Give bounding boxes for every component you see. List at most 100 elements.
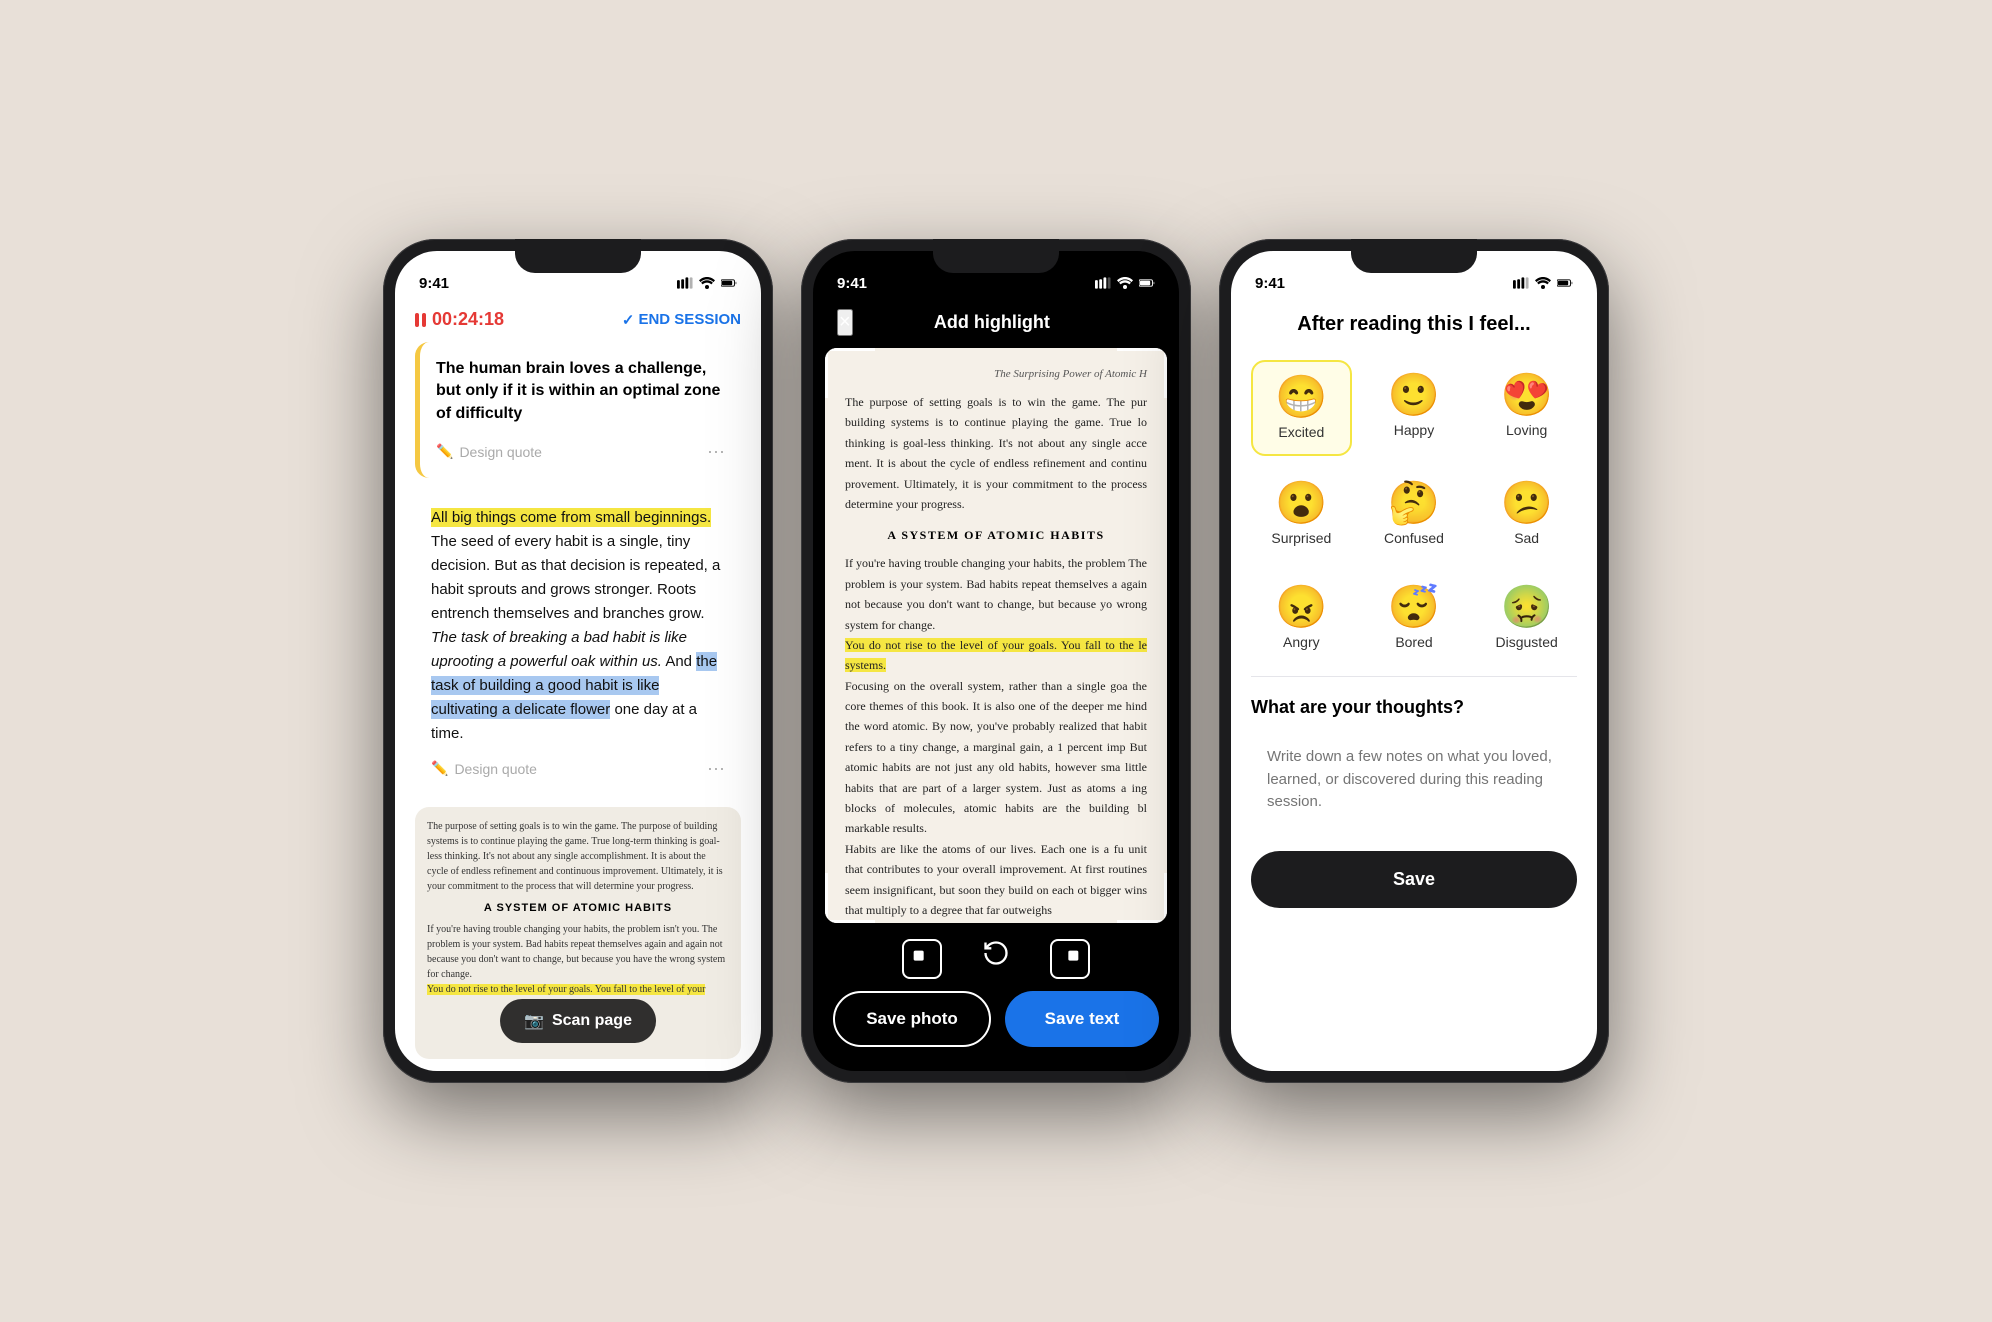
emoji-item-confused[interactable]: 🤔 Confused [1364, 468, 1465, 560]
book-header: The Surprising Power of Atomic H [845, 368, 1147, 380]
emoji-label-surprised: Surprised [1271, 530, 1331, 546]
scan-corner-bl [825, 873, 875, 923]
scan-page-button[interactable]: 📷 Scan page [500, 999, 656, 1043]
phone1-notch [515, 239, 641, 273]
more-options-icon2[interactable]: ··· [707, 758, 725, 779]
emoji-item-happy[interactable]: 🙂 Happy [1364, 360, 1465, 456]
session-header: 00:24:18 ✓ END SESSION [395, 301, 761, 342]
feelings-title: After reading this I feel... [1255, 313, 1573, 336]
scan-corner-tr [1117, 348, 1167, 398]
quote1-footer: ✏️ Design quote ··· [436, 429, 725, 462]
emoji-item-disgusted[interactable]: 🤢 Disgusted [1476, 572, 1577, 664]
emoji-icon-excited: 😁 [1275, 376, 1327, 418]
book-section-title: A SYSTEM OF ATOMIC HABITS [845, 528, 1147, 543]
phone2: 9:41 × Add highlight The Surprising Powe… [801, 239, 1191, 1083]
quote1-design-label-group: ✏️ Design quote [436, 443, 542, 460]
end-session-label: END SESSION [638, 311, 741, 328]
emoji-label-disgusted: Disgusted [1496, 634, 1558, 650]
book-yellow-highlight: You do not rise to the level of your goa… [845, 638, 1147, 672]
emoji-icon-sad: 😕 [1501, 482, 1553, 524]
emoji-icon-surprised: 😮 [1275, 482, 1327, 524]
and-text: And [665, 653, 696, 670]
save-photo-button[interactable]: Save photo [833, 991, 991, 1047]
scan-preview-card: The purpose of setting goals is to win t… [415, 807, 741, 1059]
scan-preview-section-title: A SYSTEM OF ATOMIC HABITS [427, 902, 729, 914]
divider [1251, 676, 1577, 677]
quote2-footer: ✏️ Design quote ··· [431, 746, 725, 779]
emoji-label-confused: Confused [1384, 530, 1444, 546]
phone1-status-icons [677, 277, 737, 289]
checkmark-icon: ✓ [622, 311, 635, 329]
timer-value: 00:24:18 [432, 309, 504, 330]
scan-corner-br [1117, 873, 1167, 923]
scan-preview-highlighted: You do not rise to the level of your goa… [427, 982, 729, 997]
emoji-label-bored: Bored [1395, 634, 1432, 650]
book-text-1: The purpose of setting goals is to win t… [845, 392, 1147, 514]
more-options-icon[interactable]: ··· [707, 441, 725, 462]
book-highlighted-text: You do not rise to the level of your goa… [845, 635, 1147, 676]
emoji-icon-happy: 🙂 [1388, 374, 1440, 416]
emoji-grid: 😁 Excited 🙂 Happy 😍 Loving 😮 Surprised 🤔… [1231, 348, 1597, 676]
highlighted-beginning: All big things come from small beginning… [431, 508, 711, 527]
quote2-design-label: Design quote [454, 761, 537, 777]
emoji-label-happy: Happy [1394, 422, 1434, 438]
body-text: The seed of every habit is a single, tin… [431, 533, 720, 622]
emoji-item-loving[interactable]: 😍 Loving [1476, 360, 1577, 456]
emoji-item-surprised[interactable]: 😮 Surprised [1251, 468, 1352, 560]
close-button[interactable]: × [837, 309, 853, 336]
emoji-label-excited: Excited [1278, 424, 1324, 440]
pencil-icon: ✏️ [436, 443, 453, 460]
emoji-icon-angry: 😠 [1275, 586, 1327, 628]
text-block-card: All big things come from small beginning… [415, 490, 741, 795]
book-page: The Surprising Power of Atomic H The pur… [825, 348, 1167, 923]
scan-preview-paragraph: The purpose of setting goals is to win t… [427, 819, 729, 894]
rotate-left-icon[interactable] [902, 939, 942, 979]
emoji-item-bored[interactable]: 😴 Bored [1364, 572, 1465, 664]
phone2-status-icons [1095, 277, 1155, 289]
book-text-4: Habits are like the atoms of our lives. … [845, 839, 1147, 921]
phone1: 9:41 00:24:18 ✓ END SESSION [383, 239, 773, 1083]
rotate-ccw-icon[interactable] [982, 939, 1010, 979]
scan-highlight-text: You do not rise to the level of your goa… [427, 984, 705, 995]
quote1-design-label: Design quote [459, 444, 542, 460]
phone3-status-time: 9:41 [1255, 275, 1285, 292]
emoji-item-excited[interactable]: 😁 Excited [1251, 360, 1352, 456]
save-text-button[interactable]: Save text [1005, 991, 1159, 1047]
phone3: 9:41 After reading this I feel... 😁 Exci… [1219, 239, 1609, 1083]
rotate-right-icon[interactable] [1050, 939, 1090, 979]
thoughts-textarea[interactable] [1251, 730, 1577, 830]
save-button[interactable]: Save [1251, 851, 1577, 908]
emoji-icon-bored: 😴 [1388, 586, 1440, 628]
phone2-notch [933, 239, 1059, 273]
quote-card-1: The human brain loves a challenge, but o… [415, 342, 741, 478]
italic-text: The task of breaking a bad habit is like… [431, 629, 687, 670]
scan-btn-label: Scan page [552, 1012, 632, 1030]
emoji-item-sad[interactable]: 😕 Sad [1476, 468, 1577, 560]
emoji-item-angry[interactable]: 😠 Angry [1251, 572, 1352, 664]
phone1-status-time: 9:41 [419, 275, 449, 292]
phone3-status-icons [1513, 277, 1573, 289]
quote2-design-label-group: ✏️ Design quote [431, 760, 537, 777]
image-controls [813, 923, 1179, 991]
session-timer: 00:24:18 [415, 309, 504, 330]
emoji-label-angry: Angry [1283, 634, 1320, 650]
feelings-header: After reading this I feel... [1231, 301, 1597, 348]
quote1-text: The human brain loves a challenge, but o… [436, 358, 725, 425]
phones-container: 9:41 00:24:18 ✓ END SESSION [383, 239, 1609, 1083]
book-text-3: Focusing on the overall system, rather t… [845, 676, 1147, 839]
book-page-container: The Surprising Power of Atomic H The pur… [825, 348, 1167, 923]
scroll-content: The human brain loves a challenge, but o… [395, 342, 761, 1071]
phone3-notch [1351, 239, 1477, 273]
text-block-content: All big things come from small beginning… [431, 506, 725, 746]
highlight-action-buttons: Save photo Save text [813, 991, 1179, 1071]
add-highlight-title: Add highlight [934, 312, 1050, 333]
scan-preview-body: If you're having trouble changing your h… [427, 922, 729, 982]
pencil-icon2: ✏️ [431, 760, 448, 777]
emoji-label-sad: Sad [1514, 530, 1539, 546]
phone2-status-time: 9:41 [837, 275, 867, 292]
thoughts-title: What are your thoughts? [1251, 697, 1577, 718]
end-session-button[interactable]: ✓ END SESSION [622, 311, 741, 329]
add-highlight-header: × Add highlight [813, 301, 1179, 348]
scan-corner-tl [825, 348, 875, 398]
emoji-icon-confused: 🤔 [1388, 482, 1440, 524]
